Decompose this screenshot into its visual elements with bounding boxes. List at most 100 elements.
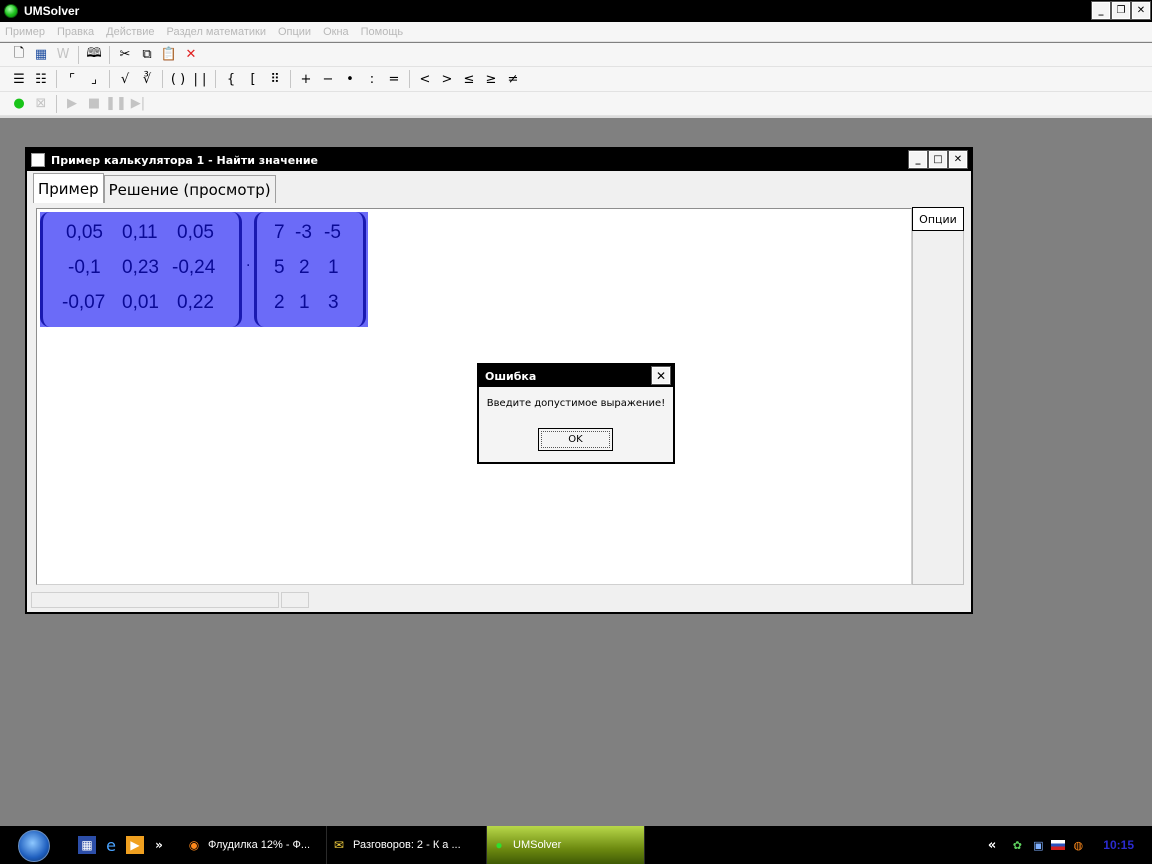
close-icon[interactable]: ✕ <box>1131 1 1151 20</box>
matrix-b-cell: 2 <box>274 292 285 313</box>
sqrt-icon[interactable]: √ <box>114 69 136 89</box>
error-dialog: Ошибка ✕ Введите допустимое выражение! O… <box>477 363 675 464</box>
matrix-a-cell: 0,22 <box>177 292 214 313</box>
matrix-expression[interactable]: 0,05 0,11 0,05 -0,1 0,23 -0,24 -0,07 0,0… <box>40 212 368 327</box>
taskbar-item-firefox[interactable]: ◉ Флудилка 12% - Ф... <box>182 826 327 864</box>
close-icon[interactable]: ✕ <box>651 366 671 385</box>
calculator-window-titlebar: Пример калькулятора 1 - Найти значение _… <box>27 149 971 171</box>
run-icon[interactable]: ● <box>8 94 30 114</box>
toolbar-separator <box>109 70 110 88</box>
minimize-icon[interactable]: _ <box>908 150 928 169</box>
divide-icon[interactable]: : <box>361 69 383 89</box>
bracket-icon[interactable]: [ <box>242 69 264 89</box>
error-dialog-title: Ошибка <box>485 369 537 383</box>
menu-windows[interactable]: Окна <box>323 26 349 38</box>
close-icon[interactable]: ✕ <box>948 150 968 169</box>
quick-launch: ▦ e ▶ » <box>78 836 168 855</box>
umsolver-app-icon <box>4 4 18 18</box>
system-tray: « ✿ ▣ ◍ 10:15 <box>988 826 1152 864</box>
matrix-icon[interactable]: ⠿ <box>264 69 286 89</box>
maximize-icon[interactable]: □ <box>928 150 948 169</box>
menu-edit[interactable]: Правка <box>57 26 94 38</box>
task-label: Флудилка 12% - Ф... <box>208 839 311 851</box>
options-button[interactable]: Опции <box>912 207 964 231</box>
insert-row-below-icon[interactable]: ☷ <box>30 69 52 89</box>
preview-icon[interactable]: 🕮 <box>83 45 105 65</box>
minimize-icon[interactable]: _ <box>1091 1 1111 20</box>
tab-example[interactable]: Пример <box>33 173 104 203</box>
insert-row-above-icon[interactable]: ☰ <box>8 69 30 89</box>
ie-icon[interactable]: e <box>102 836 120 855</box>
new-doc-icon[interactable]: 🗋 <box>8 45 30 65</box>
table-icon[interactable]: ▦ <box>30 45 52 65</box>
toolbar-separator <box>56 70 57 88</box>
paste-icon[interactable]: 📋 <box>158 45 180 65</box>
expression-editor[interactable]: 0,05 0,11 0,05 -0,1 0,23 -0,24 -0,07 0,0… <box>36 208 912 585</box>
greater-icon[interactable]: > <box>436 69 458 89</box>
taskbar-item-chat[interactable]: ✉ Разговоров: 2 - К а ... <box>327 826 487 864</box>
chevron-right-icon[interactable]: » <box>150 836 168 854</box>
equals-icon[interactable]: = <box>383 69 405 89</box>
play-icon: ▶ <box>67 96 77 111</box>
show-desktop-icon[interactable]: ▦ <box>78 836 96 854</box>
multiply-icon[interactable]: • <box>339 69 361 89</box>
menu-example[interactable]: Пример <box>5 26 45 38</box>
less-icon[interactable]: < <box>414 69 436 89</box>
status-segment <box>281 592 309 608</box>
start-button[interactable] <box>0 826 50 864</box>
window-icon <box>31 153 45 167</box>
cut-icon[interactable]: ✂ <box>114 45 136 65</box>
toolbar-separator <box>215 70 216 88</box>
chat-icon: ✉ <box>333 838 345 852</box>
abs-icon[interactable]: | | <box>189 69 211 89</box>
matrix-b-cell: 1 <box>328 257 339 278</box>
subscript-icon[interactable]: ⌟ <box>83 69 105 89</box>
update-icon[interactable]: ◍ <box>1070 837 1086 853</box>
menu-options[interactable]: Опции <box>278 26 311 38</box>
taskbar: ▦ e ▶ » ◉ Флудилка 12% - Ф... ✉ Разговор… <box>0 826 1152 864</box>
clear-icon: ⊠ <box>35 96 47 111</box>
toolbar-file: 🗋 ▦ W 🕮 ✂ ⧉ 📋 ✕ <box>0 43 1152 67</box>
app-titlebar: UMSolver _ ❐ ✕ <box>0 0 1152 22</box>
restore-icon[interactable]: ❐ <box>1111 1 1131 20</box>
matrix-a-cell: 0,05 <box>66 222 103 243</box>
toolbar-separator <box>56 94 57 113</box>
clock[interactable]: 10:15 <box>1103 838 1134 852</box>
options-panel <box>912 208 964 585</box>
stop-icon: ■ <box>87 96 101 111</box>
menu-action[interactable]: Действие <box>106 26 154 38</box>
ok-button[interactable]: OK <box>538 428 613 451</box>
matrix-b-cell: 3 <box>328 292 339 313</box>
toolbar-run: ● ⊠ ▶ ■ ❚❚ ▶| <box>0 92 1152 116</box>
nth-root-icon[interactable]: ∛ <box>136 69 158 89</box>
matrix-a: 0,05 0,11 0,05 -0,1 0,23 -0,24 -0,07 0,0… <box>40 212 242 327</box>
app-window-controls: _ ❐ ✕ <box>1091 1 1151 20</box>
status-segment <box>31 592 279 608</box>
media-player-icon[interactable]: ▶ <box>126 836 144 854</box>
less-equal-icon[interactable]: ≤ <box>458 69 480 89</box>
tab-solution-preview[interactable]: Решение (просмотр) <box>103 175 276 203</box>
taskbar-item-umsolver[interactable]: ● UMSolver <box>487 826 645 864</box>
windows-orb-icon <box>18 830 50 862</box>
delete-icon[interactable]: ✕ <box>180 45 202 65</box>
menu-math-section[interactable]: Раздел математики <box>167 26 266 38</box>
plus-icon[interactable]: + <box>295 69 317 89</box>
minus-icon[interactable]: − <box>317 69 339 89</box>
copy-icon[interactable]: ⧉ <box>136 45 158 65</box>
parentheses-icon[interactable]: ( ) <box>167 69 189 89</box>
language-flag-icon[interactable] <box>1051 840 1066 850</box>
tray-expand-icon[interactable]: « <box>988 838 996 853</box>
greater-equal-icon[interactable]: ≥ <box>480 69 502 89</box>
brace-icon[interactable]: { <box>220 69 242 89</box>
error-dialog-titlebar: Ошибка ✕ <box>479 365 673 387</box>
menu-help[interactable]: Помощь <box>361 26 404 38</box>
superscript-icon[interactable]: ⌜ <box>61 69 83 89</box>
not-equal-icon[interactable]: ≠ <box>502 69 524 89</box>
toolbar-separator <box>162 70 163 88</box>
task-label: UMSolver <box>513 839 562 851</box>
matrix-a-cell: 0,11 <box>122 222 158 243</box>
tab-strip: Пример Решение (просмотр) <box>33 173 276 203</box>
network-icon[interactable]: ▣ <box>1030 837 1046 853</box>
matrix-a-cell: 0,05 <box>177 222 214 243</box>
clover-icon[interactable]: ✿ <box>1009 837 1025 853</box>
